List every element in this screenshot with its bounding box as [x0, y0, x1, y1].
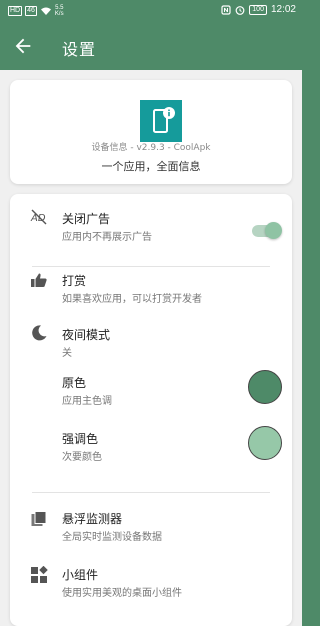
- float-monitor-subtitle: 全局实时监测设备数据: [62, 532, 162, 543]
- accent-color-swatch[interactable]: [248, 426, 282, 460]
- accent-color-title: 强调色: [62, 432, 99, 446]
- setting-float-monitor[interactable]: 悬浮监测器 全局实时监测设备数据: [10, 492, 292, 550]
- settings-content[interactable]: 设备信息 - v2.9.3 - CoolApk 一个应用，全面信息 AD 关闭广…: [0, 70, 302, 626]
- speed-unit: K/s: [54, 11, 64, 17]
- widget-title: 小组件: [62, 568, 99, 582]
- night-mode-title: 夜间模式: [62, 328, 111, 342]
- widgets-icon: [31, 566, 48, 583]
- moon-icon: [32, 325, 47, 341]
- signal-label-1: HD: [8, 6, 23, 16]
- close-ads-toggle[interactable]: [252, 222, 282, 239]
- status-bar: HD 46 5.5 K/s 100 12:02: [0, 0, 302, 24]
- primary-color-subtitle: 应用主色调: [62, 396, 112, 407]
- primary-color-swatch[interactable]: [248, 370, 282, 404]
- app-bar: 设置: [0, 24, 302, 70]
- settings-card: AD 关闭广告 应用内不再展示广告 打赏 如果喜欢应用，可以打赏开发者 夜间模式…: [10, 194, 292, 626]
- reward-subtitle: 如果喜欢应用，可以打赏开发者: [62, 294, 202, 305]
- close-ads-subtitle: 应用内不再展示广告: [62, 232, 152, 243]
- primary-color-title: 原色: [62, 376, 87, 390]
- setting-widget[interactable]: 小组件 使用实用美观的桌面小组件: [10, 550, 292, 608]
- accent-color-subtitle: 次要颜色: [62, 452, 102, 463]
- widget-subtitle: 使用实用美观的桌面小组件: [62, 588, 182, 599]
- setting-primary-color[interactable]: 原色 应用主色调: [10, 354, 292, 410]
- alarm-icon: [235, 5, 245, 15]
- divider: [32, 266, 270, 267]
- battery-indicator: 100: [249, 4, 267, 15]
- close-ads-title: 关闭广告: [62, 212, 111, 226]
- page-title: 设置: [62, 40, 97, 59]
- reward-title: 打赏: [62, 274, 87, 288]
- device-info-version: 设备信息 - v2.9.3 - CoolApk: [91, 143, 211, 153]
- ad-off-icon: AD: [30, 209, 47, 225]
- setting-night-mode[interactable]: 夜间模式 关: [10, 304, 292, 359]
- thumbs-up-icon: [31, 273, 47, 287]
- wifi-icon: [40, 7, 51, 15]
- float-monitor-title: 悬浮监测器: [62, 512, 123, 526]
- toggle-thumb: [265, 222, 282, 239]
- setting-accent-color[interactable]: 强调色 次要颜色: [10, 410, 292, 466]
- app-logo: [140, 100, 182, 142]
- setting-close-ads[interactable]: AD 关闭广告 应用内不再展示广告: [10, 194, 292, 246]
- back-arrow-icon[interactable]: [12, 35, 34, 57]
- layers-icon: [31, 511, 47, 526]
- signal-label-2: 46: [25, 6, 37, 16]
- network-speed: 5.5 K/s: [55, 5, 64, 17]
- app-slogan: 一个应用，全面信息: [101, 160, 201, 173]
- phone-info-icon: [153, 107, 175, 133]
- status-time: 12:02: [270, 4, 296, 15]
- setting-reward[interactable]: 打赏 如果喜欢应用，可以打赏开发者: [10, 246, 292, 305]
- nfc-icon: [221, 4, 231, 15]
